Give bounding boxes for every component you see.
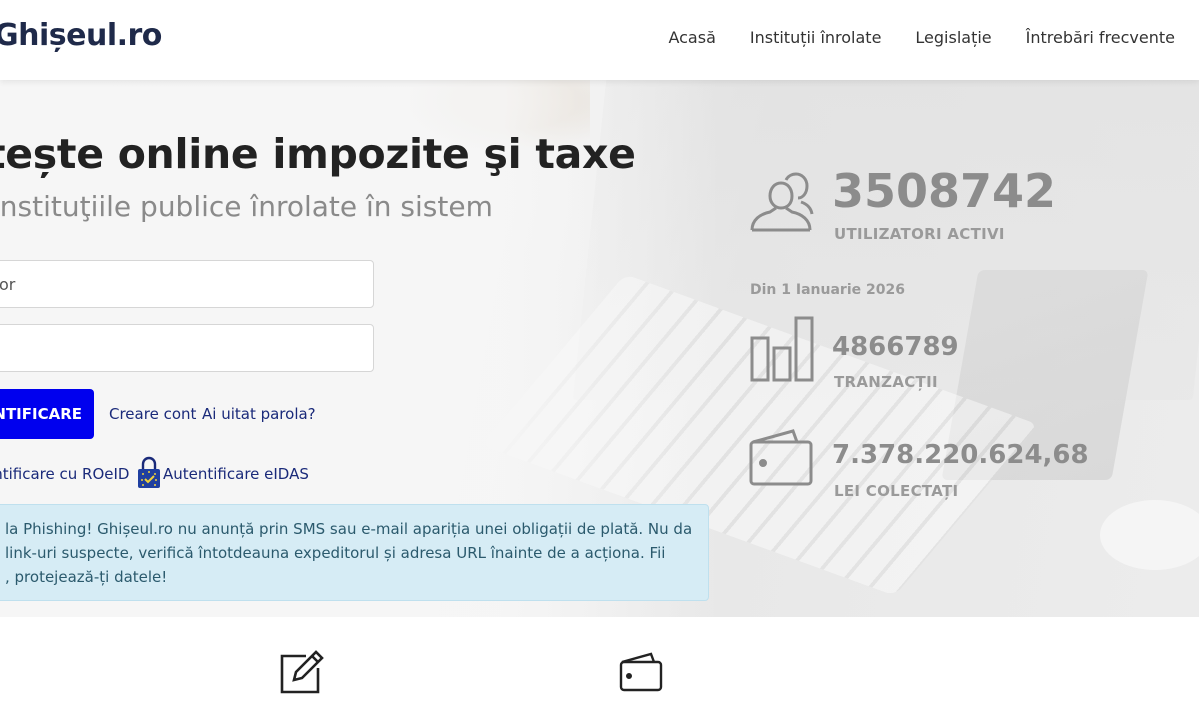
eidas-login-link[interactable]: Autentificare eIDAS — [163, 465, 309, 483]
roeid-login-link[interactable]: entificare cu ROeID — [0, 465, 129, 483]
nav-faq[interactable]: Întrebări frecvente — [1026, 28, 1175, 47]
alert-line: la Phishing! Ghișeul.ro nu anunță prin S… — [5, 520, 693, 538]
wallet-icon — [749, 429, 813, 486]
wallet-icon — [619, 652, 663, 692]
nav-legislation[interactable]: Legislație — [915, 28, 991, 47]
collected-amount: 7.378.220.624,68 — [832, 440, 1089, 470]
site-logo[interactable]: Ghișeul.ro — [0, 18, 162, 53]
transactions-count: 4866789 — [832, 332, 959, 362]
stats-since-date: Din 1 Ianuarie 2026 — [750, 282, 905, 298]
alert-line: link-uri suspecte, verifică întotdeauna … — [5, 544, 666, 562]
hero-subtitle: instituţiile publice înrolate în sistem — [0, 190, 493, 223]
nav-home[interactable]: Acasă — [668, 28, 715, 47]
edit-icon — [280, 650, 324, 694]
alert-line: , protejează-ți datele! — [5, 568, 168, 586]
users-icon — [750, 172, 814, 232]
hero-title: tește online impozite şi taxe — [0, 130, 636, 178]
password-input[interactable] — [0, 324, 374, 372]
lock-icon — [138, 456, 160, 488]
hero-section: tește online impozite şi taxe instituţii… — [0, 80, 1199, 617]
site-header: Ghișeul.ro Acasă Instituții înrolate Leg… — [0, 0, 1199, 80]
active-users-label: UTILIZATORI ACTIVI — [834, 225, 1005, 243]
phishing-alert: la Phishing! Ghișeul.ro nu anunță prin S… — [0, 504, 709, 601]
collected-label: LEI COLECTAȚI — [834, 482, 959, 500]
active-users-count: 3508742 — [832, 164, 1057, 218]
forgot-password-link[interactable]: Ai uitat parola? — [202, 405, 316, 423]
login-button[interactable]: NTIFICARE — [0, 389, 94, 439]
hero-background-mouse — [1100, 500, 1199, 570]
create-account-link[interactable]: Creare cont — [109, 405, 196, 423]
nav-institutions[interactable]: Instituții înrolate — [750, 28, 882, 47]
bar-chart-icon — [750, 316, 814, 382]
transactions-label: TRANZACȚII — [834, 373, 938, 391]
main-nav: Acasă Instituții înrolate Legislație Înt… — [668, 28, 1175, 47]
username-input[interactable] — [0, 260, 374, 308]
